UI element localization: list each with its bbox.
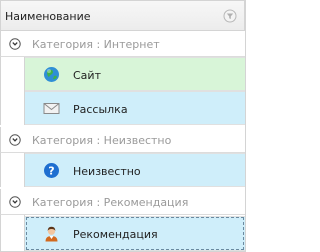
group-row-internet[interactable]: Категория : Интернет (0, 31, 245, 57)
group-indent (0, 57, 25, 125)
list-item-selected[interactable]: Рекомендация (25, 216, 245, 251)
filter-icon[interactable] (223, 9, 237, 23)
data-grid: Наименование Категория : Интернет Сайт Р… (0, 0, 246, 252)
column-title: Наименование (5, 10, 91, 23)
group-row-unknown[interactable]: Категория : Неизвестно (0, 127, 245, 153)
list-item-label: Неизвестно (73, 165, 141, 178)
collapse-icon[interactable] (9, 196, 21, 208)
globe-icon (44, 67, 59, 82)
collapse-icon[interactable] (9, 134, 21, 146)
svg-text:?: ? (48, 165, 54, 178)
envelope-icon (43, 103, 60, 114)
group-label: Категория : Неизвестно (32, 134, 172, 147)
group-label: Категория : Интернет (32, 38, 160, 51)
group-indent (0, 153, 25, 187)
group-row-recommendation[interactable]: Категория : Рекомендация (0, 189, 245, 215)
list-item-label: Рассылка (73, 103, 128, 116)
list-item[interactable]: Сайт (25, 57, 245, 91)
column-header[interactable]: Наименование (0, 0, 245, 31)
list-item[interactable]: ? Неизвестно (25, 153, 245, 187)
person-icon (45, 226, 58, 242)
group-label: Категория : Рекомендация (32, 196, 189, 209)
list-item[interactable]: Рассылка (25, 91, 245, 125)
collapse-icon[interactable] (9, 38, 21, 50)
list-item-label: Рекомендация (73, 228, 158, 241)
group-indent (0, 215, 25, 251)
question-icon: ? (44, 163, 59, 178)
list-item-label: Сайт (73, 69, 101, 82)
